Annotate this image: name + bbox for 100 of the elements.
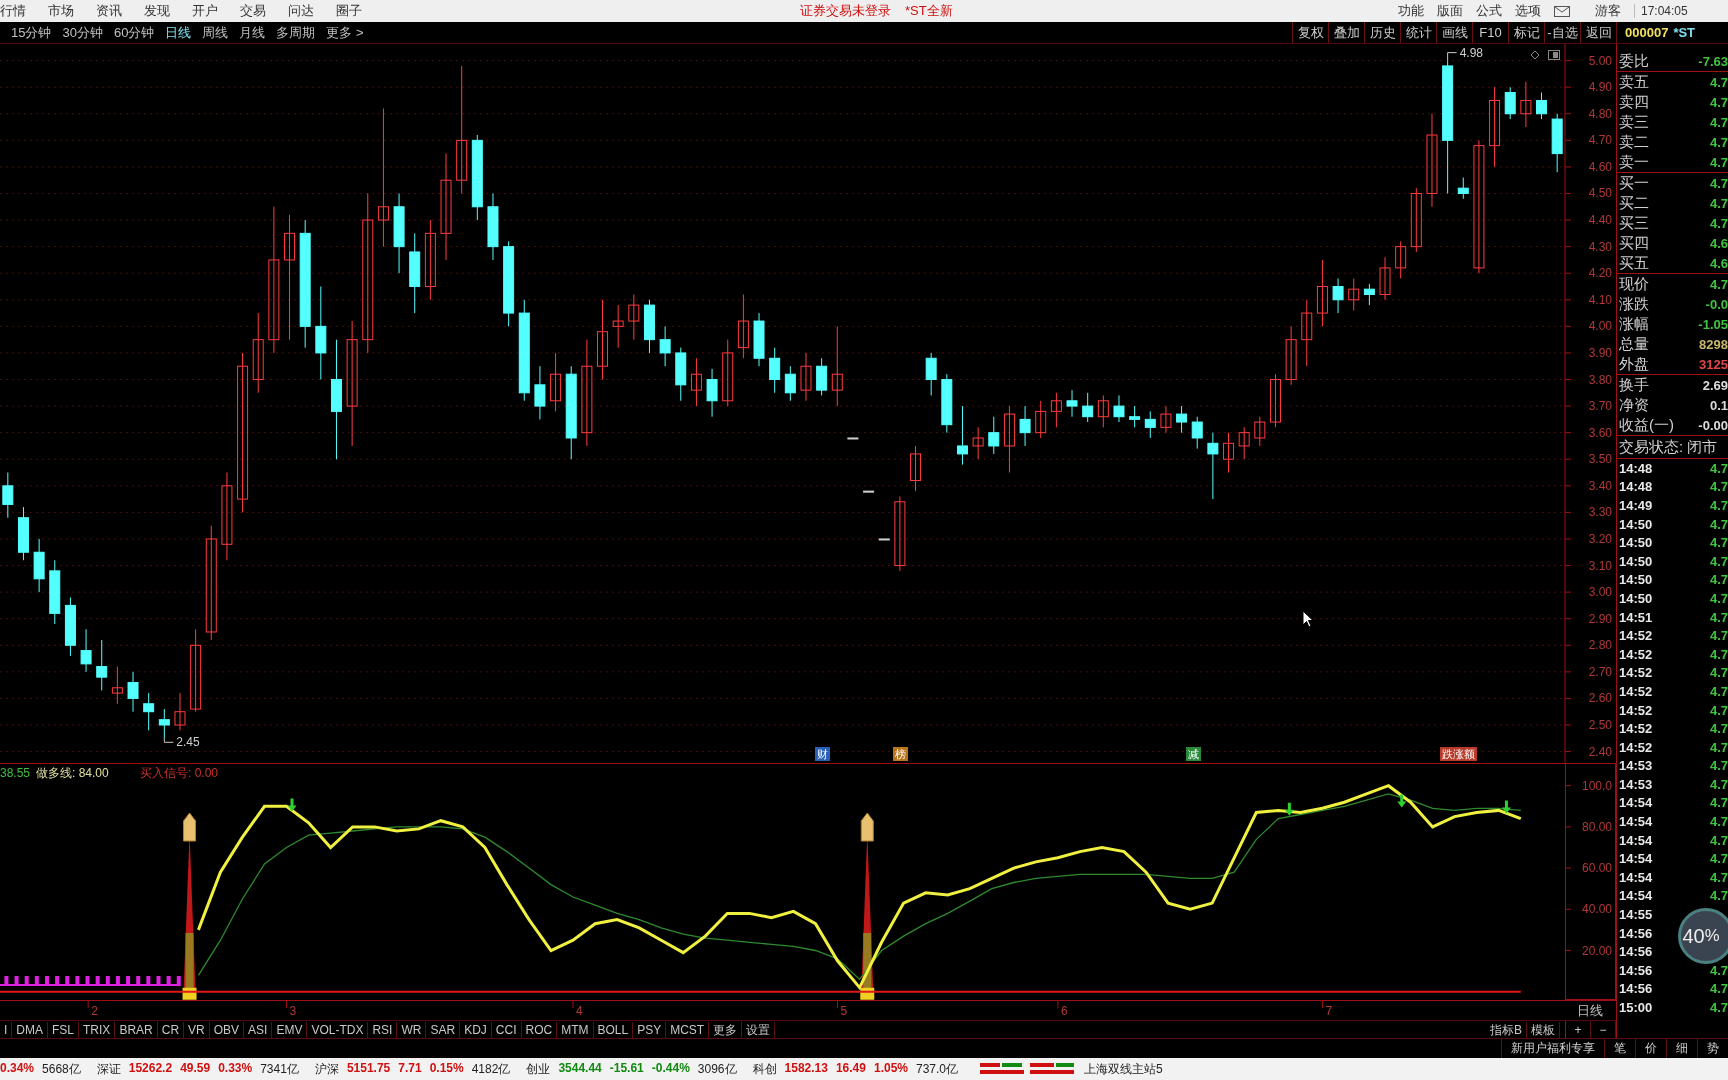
quote-label: 卖三: [1619, 112, 1649, 132]
period-tab[interactable]: 多周期: [276, 23, 316, 42]
tick-price: 4.7: [1709, 758, 1728, 774]
indicator-tab[interactable]: FSL: [48, 1021, 80, 1038]
index-change: -15.61: [609, 1060, 644, 1077]
indicator-tab[interactable]: MTM: [557, 1021, 594, 1038]
high-price-label: 4.98: [1459, 45, 1483, 60]
period-tab[interactable]: 月线: [239, 23, 266, 42]
indicator-tab[interactable]: BRAR: [115, 1021, 158, 1038]
quote-label: 卖一: [1619, 152, 1649, 172]
menu-item[interactable]: 发现: [144, 2, 170, 20]
indicator-tab[interactable]: WR: [397, 1021, 427, 1038]
index-value: 1582.13: [784, 1060, 828, 1077]
market-name: 科创: [752, 1060, 777, 1078]
indicator-value: 38.55: [0, 766, 31, 780]
price-tick-label: 4.10: [1588, 292, 1612, 307]
candlestick: [769, 347, 781, 394]
period-tab[interactable]: 60分钟: [113, 23, 155, 42]
candlestick: [1348, 278, 1360, 311]
indicator-tab[interactable]: 模板: [1527, 1021, 1560, 1038]
indicator-tab[interactable]: I: [0, 1021, 13, 1038]
quote-value: 4.7: [1709, 276, 1728, 292]
period-tab[interactable]: 日线: [165, 23, 192, 42]
period-tab[interactable]: 30分钟: [62, 23, 103, 42]
candlestick: [1223, 432, 1235, 474]
indicator-tab[interactable]: 指标B: [1486, 1021, 1527, 1038]
candlestick: [221, 472, 233, 561]
period-tab[interactable]: 更多 >: [326, 23, 364, 42]
quote-label: 净资: [1619, 395, 1649, 415]
price-tick-label: 2.70: [1588, 664, 1612, 679]
event-marker[interactable]: 减: [1186, 747, 1201, 761]
indicator-tab[interactable]: VOL-TDX: [307, 1021, 369, 1038]
indicator-tab[interactable]: OBV: [209, 1021, 245, 1038]
candlestick: [1019, 405, 1031, 447]
quote-label: 买三: [1619, 213, 1649, 233]
window-icon[interactable]: [1548, 50, 1560, 60]
indicator-value: 做多线: 84.00: [36, 766, 109, 780]
period-tab[interactable]: 15分钟: [11, 23, 52, 42]
price-tick-label: 2.40: [1588, 744, 1612, 759]
tick-time: 14:56: [1619, 925, 1653, 941]
tick-price: 4.7: [1709, 962, 1728, 978]
menu-item[interactable]: 选项: [1515, 2, 1541, 20]
indicator-tab[interactable]: TRIX: [79, 1021, 116, 1038]
indicator-tab[interactable]: 更多: [709, 1021, 743, 1038]
indicator-tab[interactable]: CR: [157, 1021, 185, 1038]
indicator-tab[interactable]: MCST: [666, 1021, 710, 1038]
quote-label: 买二: [1619, 193, 1649, 213]
axis-tick-label: 100.0: [1581, 778, 1612, 793]
event-marker[interactable]: 跌涨额: [1440, 747, 1477, 761]
quote-value: -1.05: [1698, 316, 1728, 332]
axis-tick-label: 60.00: [1581, 861, 1612, 876]
indicator-tab[interactable]: RSI: [368, 1021, 398, 1038]
quote-value: 4.7: [1709, 114, 1728, 130]
index-value: 15262.2: [128, 1060, 173, 1077]
tick-price: 4.7: [1709, 535, 1728, 551]
envelope-icon[interactable]: [1554, 5, 1570, 17]
indicator-tab[interactable]: KDJ: [460, 1021, 492, 1038]
indicator-tab[interactable]: VR: [184, 1021, 210, 1038]
menu-item[interactable]: 公式: [1476, 2, 1502, 20]
indicator-tab[interactable]: CCI: [491, 1021, 522, 1038]
event-marker[interactable]: 财: [815, 747, 830, 761]
period-tab[interactable]: 周线: [202, 23, 229, 42]
indicator-tab[interactable]: ROC: [521, 1021, 558, 1038]
indicator-tab[interactable]: SAR: [426, 1021, 461, 1038]
diamond-icon[interactable]: [1530, 50, 1540, 60]
menu-item[interactable]: 问达: [288, 2, 314, 20]
event-marker[interactable]: 榜: [893, 747, 908, 761]
menu-item[interactable]: 开户: [192, 2, 218, 20]
quote-label: 买五: [1619, 253, 1649, 273]
tick-time: 14:55: [1619, 907, 1653, 923]
candlestick: [190, 628, 202, 713]
tick-price: 4.7: [1709, 553, 1728, 569]
tick-time: 14:54: [1619, 888, 1653, 904]
indicator-tab[interactable]: DMA: [12, 1021, 48, 1038]
candlestick: [784, 365, 796, 402]
tick-price: 4.7: [1709, 869, 1728, 885]
menu-item[interactable]: 版面: [1437, 2, 1463, 20]
menu-item[interactable]: 功能: [1398, 2, 1424, 20]
quote-label: 买四: [1619, 233, 1649, 253]
menu-item[interactable]: 市场: [48, 2, 74, 20]
toolbar-button[interactable]: -自选: [1544, 22, 1580, 43]
quote-value: 2.69: [1702, 377, 1728, 393]
menu-item[interactable]: 资讯: [96, 2, 122, 20]
menu-item[interactable]: 圈子: [336, 2, 362, 20]
candlestick: [1379, 256, 1391, 301]
candlestick: [424, 219, 436, 301]
candlestick: [1191, 416, 1203, 450]
menu-item[interactable]: 行情: [0, 2, 26, 20]
indicator-tab[interactable]: PSY: [633, 1021, 667, 1038]
price-tick-label: 4.50: [1588, 186, 1612, 201]
candlestick: [690, 357, 702, 407]
indicator-tab[interactable]: 设置: [742, 1021, 776, 1038]
tick-price: 4.7: [1709, 721, 1728, 737]
menu-item[interactable]: 交易: [240, 2, 266, 20]
candlestick: [1285, 325, 1297, 386]
candlestick: [972, 426, 984, 460]
indicator-tab[interactable]: BOLL: [593, 1021, 634, 1038]
indicator-tab[interactable]: EMV: [272, 1021, 308, 1038]
indicator-tab[interactable]: ASI: [244, 1021, 273, 1038]
user-label[interactable]: 游客: [1595, 2, 1621, 20]
